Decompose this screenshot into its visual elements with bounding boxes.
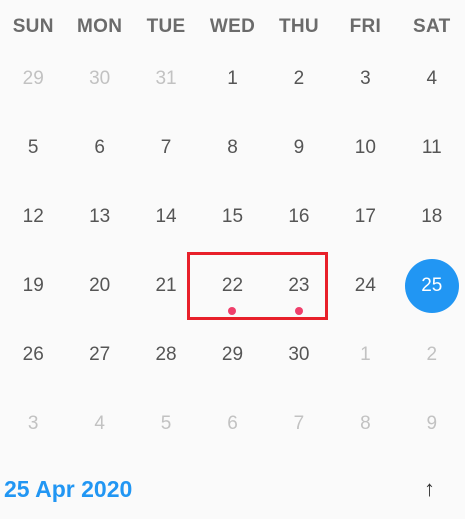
day-number: 24 [354, 274, 376, 296]
day-cell[interactable]: 31 [133, 44, 199, 113]
calendar: SUN MON TUE WED THU FRI SAT 29 30 31 1 2 3 4 5 6… [0, 0, 465, 519]
day-number: 29 [22, 67, 44, 89]
day-cell[interactable]: 29 [199, 320, 265, 389]
day-cell[interactable]: 4 [399, 44, 465, 113]
day-number: 20 [89, 274, 111, 296]
day-number: 14 [155, 205, 177, 227]
day-number: 4 [94, 412, 105, 434]
day-number: 5 [160, 412, 172, 434]
day-grid: 29 30 31 1 2 3 4 5 6 7 8 9 10 11 12 13 14 15 16 17 18 19 20 21 2… [0, 44, 465, 458]
day-number: 15 [221, 205, 244, 227]
day-cell[interactable]: 7 [266, 389, 332, 458]
arrow-up-icon[interactable]: ↑ [424, 476, 435, 502]
event-dot-icon [294, 307, 303, 315]
day-number: 11 [421, 136, 442, 158]
day-cell[interactable]: 22 [199, 251, 265, 320]
day-cell[interactable]: 24 [332, 251, 398, 320]
day-cell[interactable]: 9 [399, 389, 465, 458]
day-cell[interactable]: 27 [66, 320, 132, 389]
day-number: 7 [293, 412, 305, 434]
day-number: 18 [421, 205, 443, 227]
day-cell[interactable]: 5 [0, 113, 66, 182]
day-cell[interactable]: 26 [0, 320, 66, 389]
weekday-fri: FRI [349, 16, 382, 37]
day-cell[interactable]: 11 [399, 113, 465, 182]
day-cell[interactable]: 10 [332, 113, 398, 182]
day-number: 17 [354, 205, 376, 227]
day-cell[interactable]: 1 [199, 44, 265, 113]
day-cell[interactable]: 13 [66, 182, 132, 251]
day-cell[interactable]: 2 [266, 44, 332, 113]
day-cell[interactable]: 16 [266, 182, 332, 251]
day-cell[interactable]: 5 [133, 389, 199, 458]
day-number: 8 [360, 412, 371, 434]
day-number: 1 [227, 67, 238, 89]
day-number: 16 [288, 205, 310, 227]
day-cell[interactable]: 18 [399, 182, 465, 251]
day-number: 25 [421, 274, 443, 296]
day-number: 5 [27, 136, 39, 158]
day-number: 1 [360, 343, 371, 365]
day-number: 2 [293, 67, 305, 89]
day-cell[interactable]: 1 [332, 320, 398, 389]
day-number: 3 [360, 67, 371, 89]
day-number: 13 [89, 205, 111, 227]
weekday-sat: SAT [413, 16, 451, 37]
day-cell[interactable]: 12 [0, 182, 66, 251]
day-cell[interactable]: 6 [66, 113, 132, 182]
weekday-sun: SUN [12, 16, 54, 37]
day-cell[interactable]: 2 [399, 320, 465, 389]
day-cell[interactable]: 28 [133, 320, 199, 389]
day-number: 23 [288, 274, 310, 296]
weekday-thu: THU [278, 16, 319, 37]
day-number: 9 [293, 136, 305, 158]
day-number: 3 [27, 412, 39, 434]
day-cell[interactable]: 6 [199, 389, 265, 458]
day-cell[interactable]: 3 [332, 44, 398, 113]
day-cell[interactable]: 30 [266, 320, 332, 389]
weekday-wed: WED [209, 16, 256, 37]
day-number: 8 [227, 136, 238, 158]
day-cell[interactable]: 17 [332, 182, 398, 251]
day-number: 21 [155, 274, 177, 296]
day-cell[interactable]: 9 [266, 113, 332, 182]
day-number: 27 [89, 343, 111, 365]
day-cell[interactable]: 23 [266, 251, 332, 320]
day-cell[interactable]: 3 [0, 389, 66, 458]
day-number: 4 [426, 67, 438, 89]
day-cell-selected[interactable]: 25 [399, 251, 465, 320]
day-cell[interactable]: 19 [0, 251, 66, 320]
day-number: 26 [22, 343, 44, 365]
day-number: 10 [354, 136, 376, 158]
day-cell[interactable]: 4 [66, 389, 132, 458]
event-dot-icon [228, 307, 237, 315]
day-cell[interactable]: 30 [66, 44, 132, 113]
day-number: 28 [155, 343, 177, 365]
day-number: 6 [94, 136, 105, 158]
weekday-mon: MON [77, 16, 123, 37]
day-number: 30 [89, 67, 111, 89]
day-number: 2 [426, 343, 438, 365]
day-number: 7 [160, 136, 172, 158]
day-number: 19 [22, 274, 44, 296]
day-cell[interactable]: 14 [133, 182, 199, 251]
day-cell[interactable]: 15 [199, 182, 265, 251]
day-number: 9 [426, 412, 438, 434]
footer: 25 Apr 2020 ↑ [0, 468, 465, 514]
selected-date-label[interactable]: 25 Apr 2020 [4, 476, 132, 503]
weekday-header: SUN MON TUE WED THU FRI SAT [0, 8, 465, 46]
day-number: 30 [288, 343, 310, 365]
day-number: 31 [155, 67, 177, 89]
day-cell[interactable]: 8 [199, 113, 265, 182]
day-cell[interactable]: 29 [0, 44, 66, 113]
day-number: 12 [22, 205, 44, 227]
day-cell[interactable]: 8 [332, 389, 398, 458]
day-number: 22 [221, 274, 244, 296]
day-cell[interactable]: 7 [133, 113, 199, 182]
day-number: 6 [227, 412, 238, 434]
weekday-tue: TUE [146, 16, 186, 37]
day-cell[interactable]: 21 [133, 251, 199, 320]
day-number: 29 [221, 343, 244, 365]
day-cell[interactable]: 20 [66, 251, 132, 320]
